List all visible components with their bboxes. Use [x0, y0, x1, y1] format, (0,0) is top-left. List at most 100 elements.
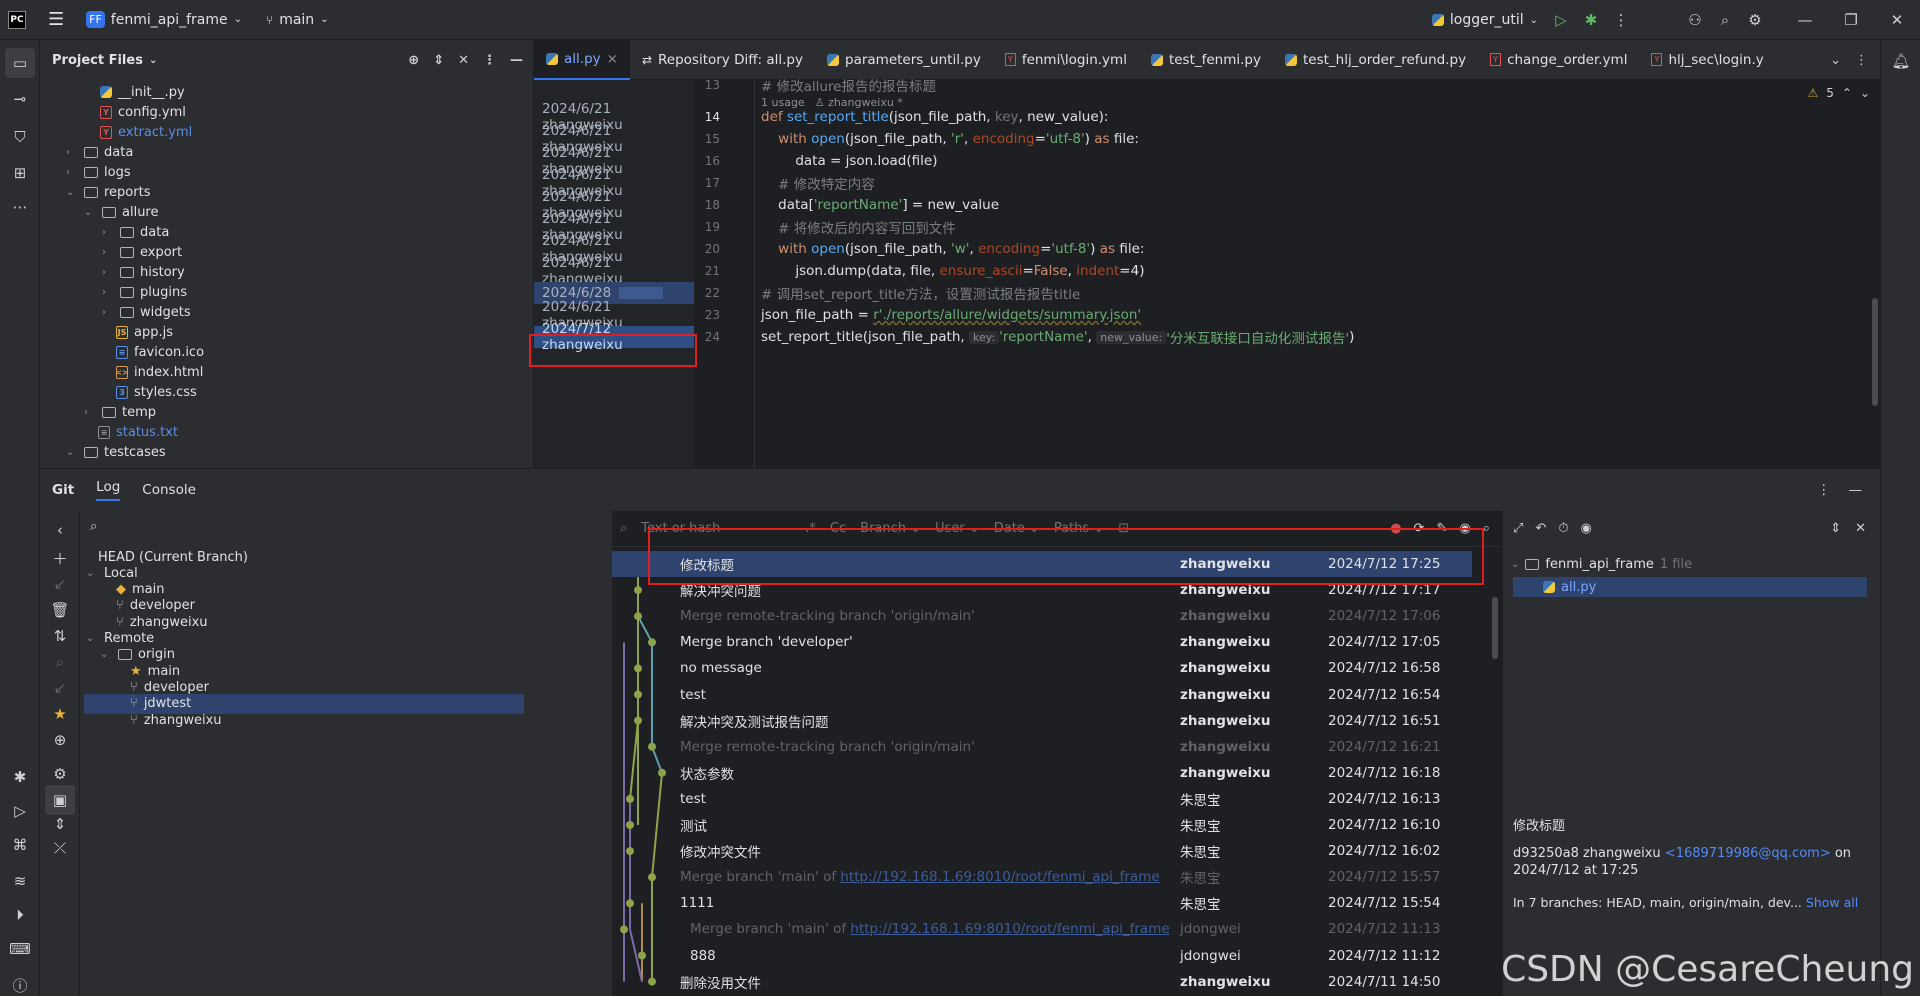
editor-tab[interactable]: Yhlj_sec\login.y	[1639, 40, 1775, 80]
author-email[interactable]: <1689719986@qq.com>	[1665, 846, 1831, 861]
commit-row[interactable]: 状态参数 zhangweixu 2024/7/12 16:18	[612, 760, 1472, 786]
chevron-down-icon[interactable]: ⌄	[86, 633, 98, 644]
tree-item-export[interactable]: › export	[102, 242, 182, 262]
chevron-right-icon[interactable]: ›	[102, 247, 114, 258]
run-icon[interactable]: ▷	[1546, 5, 1576, 35]
pull-request-icon[interactable]: ⛉	[5, 122, 35, 152]
python-console-icon[interactable]: ⌘	[5, 830, 35, 860]
chevron-left-icon[interactable]: ‹	[45, 515, 75, 545]
commit-row[interactable]: Merge branch 'main' of http://192.168.1.…	[612, 916, 1472, 942]
tree-item-plugins[interactable]: › plugins	[102, 282, 187, 302]
diff-icon[interactable]: ⤢	[1513, 521, 1523, 536]
services-icon[interactable]: ⏵	[5, 900, 35, 930]
tree-item-testcases[interactable]: ⌄ testcases	[66, 442, 166, 462]
tree-item-widgets[interactable]: › widgets	[102, 302, 191, 322]
commit-row[interactable]: 修改冲突文件 朱思宝 2024/7/12 16:02	[612, 838, 1472, 864]
view-icon[interactable]: ◉	[1580, 521, 1591, 536]
commit-row[interactable]: 888 jdongwei 2024/7/12 11:12	[612, 943, 1472, 969]
commit-row[interactable]: Merge branch 'developer' zhangweixu 2024/7…	[612, 629, 1472, 655]
target-icon[interactable]: ⊕	[45, 725, 75, 755]
tree-item--init-py[interactable]: __init__.py	[100, 82, 185, 102]
collapse-icon[interactable]: ⤫	[45, 833, 75, 863]
chevron-up-icon[interactable]: ⌃	[1842, 86, 1852, 100]
expand-all-icon[interactable]: ⇕	[1830, 521, 1841, 536]
close-tab-icon[interactable]: ×	[607, 51, 618, 67]
editor-tab[interactable]: Yfenmi\login.yml	[993, 40, 1139, 80]
editor-tab[interactable]: test_hlj_order_refund.py	[1273, 40, 1478, 80]
more-tools-icon[interactable]: ⋯	[5, 192, 35, 222]
commit-row[interactable]: 1111 朱思宝 2024/7/12 15:54	[612, 890, 1472, 916]
options-icon[interactable]: ⋮	[483, 53, 496, 68]
tree-item-index-html[interactable]: <> index.html	[115, 362, 203, 382]
chevron-right-icon[interactable]: ›	[102, 287, 114, 298]
commit-row[interactable]: 删除没用文件 zhangweixu 2024/7/11 14:50	[612, 969, 1472, 995]
revert-icon[interactable]: ↶	[1535, 521, 1546, 536]
search-icon[interactable]: ⌕	[1710, 5, 1740, 35]
project-folder-icon[interactable]: ▭	[5, 48, 35, 78]
tab-git[interactable]: Git	[52, 482, 74, 498]
chevron-right-icon[interactable]: ›	[84, 407, 96, 418]
commit-row[interactable]: 解决冲突及测试报告问题 zhangweixu 2024/7/12 16:51	[612, 708, 1472, 734]
chevron-right-icon[interactable]: ›	[102, 227, 114, 238]
chevron-down-icon[interactable]: ⌄	[1830, 53, 1841, 68]
collapse-all-icon[interactable]: ✕	[1855, 521, 1866, 536]
more-icon[interactable]: ⋮	[1855, 53, 1868, 68]
run-config-selector[interactable]: logger_util ⌄	[1424, 0, 1546, 40]
chevron-right-icon[interactable]: ›	[66, 147, 78, 158]
chevron-down-icon[interactable]: ⌄	[1860, 86, 1870, 100]
commit-row[interactable]: test 朱思宝 2024/7/12 16:13	[612, 786, 1472, 812]
options-icon[interactable]: ⋮	[1817, 482, 1831, 498]
tab-log[interactable]: Log	[96, 479, 121, 501]
commit-link[interactable]: http://192.168.1.69:8010/root/fenmi_api_…	[840, 869, 1159, 885]
project-selector[interactable]: FF fenmi_api_frame ⌄	[78, 0, 250, 40]
branch-selector[interactable]: ⑂ main ⌄	[258, 0, 337, 40]
remote-branch-zhangweixu[interactable]: ⑂ zhangweixu	[130, 710, 222, 730]
tree-item-app-js[interactable]: JS app.js	[116, 322, 173, 342]
structure-icon[interactable]: ⊞	[5, 158, 35, 188]
tree-item-config-yml[interactable]: Yconfig.yml	[100, 102, 186, 122]
commit-row[interactable]: Merge remote-tracking branch 'origin/mai…	[612, 603, 1472, 629]
show-all-link[interactable]: Show all	[1806, 895, 1858, 910]
project-panel-title[interactable]: Project Files	[52, 53, 143, 68]
editor-tab[interactable]: Ychange_order.yml	[1478, 40, 1639, 80]
layers-icon[interactable]: ≋	[5, 866, 35, 896]
debug-tool-icon[interactable]: ✱	[5, 762, 35, 792]
tree-item-styles-css[interactable]: 3 styles.css	[116, 382, 197, 402]
tab-console[interactable]: Console	[142, 482, 196, 498]
chevron-down-icon[interactable]: ⌄	[66, 447, 78, 458]
chevron-right-icon[interactable]: ›	[102, 267, 114, 278]
tree-item-reports[interactable]: ⌄ reports	[66, 182, 150, 202]
editor-scrollbar[interactable]	[1872, 298, 1878, 406]
commit-row[interactable]: test zhangweixu 2024/7/12 16:54	[612, 682, 1472, 708]
commit-row[interactable]: 测试 朱思宝 2024/7/12 16:10	[612, 812, 1472, 838]
locate-icon[interactable]: ⊕	[408, 53, 419, 68]
code-area[interactable]: # 修改allure报告的报告标题 1 usage ♙ zhangweixu *…	[754, 79, 1844, 468]
restore-icon[interactable]: ❐	[1828, 5, 1874, 35]
history-icon[interactable]: ⏱	[1558, 521, 1568, 536]
chevron-right-icon[interactable]: ›	[102, 307, 114, 318]
collapse-all-icon[interactable]: ✕	[458, 53, 469, 68]
chevron-right-icon[interactable]: ›	[66, 167, 78, 178]
chevron-down-icon[interactable]: ⌄	[84, 207, 96, 218]
tree-item-allure[interactable]: ⌄ allure	[84, 202, 159, 222]
tree-item-status-txt[interactable]: ≡ status.txt	[98, 422, 178, 442]
problems-icon[interactable]: ⓘ	[5, 970, 35, 996]
tree-item-extract-yml[interactable]: Yextract.yml	[100, 122, 192, 142]
notifications-icon[interactable]: 🔔︎	[1886, 46, 1916, 76]
inspection-widget[interactable]: ⚠ 5 ⌃ ⌄	[1807, 86, 1870, 100]
main-menu-icon[interactable]: ☰	[34, 0, 78, 40]
close-icon[interactable]: ✕	[1874, 5, 1920, 35]
tree-item-history[interactable]: › history	[102, 262, 185, 282]
run-tool-icon[interactable]: ▷	[5, 796, 35, 826]
commit-row[interactable]: Merge branch 'main' of http://192.168.1.…	[612, 864, 1472, 890]
commit-row[interactable]: Merge remote-tracking branch 'origin/mai…	[612, 734, 1472, 760]
commit-row[interactable]: no message zhangweixu 2024/7/12 16:58	[612, 655, 1472, 681]
chevron-down-icon[interactable]: ⌄	[66, 187, 78, 198]
log-scrollbar[interactable]	[1492, 597, 1498, 659]
debug-icon[interactable]: ✱	[1576, 5, 1606, 35]
tree-item-logs[interactable]: › logs	[66, 162, 131, 182]
tree-item-data[interactable]: › data	[102, 222, 169, 242]
tree-item-data[interactable]: › data	[66, 142, 133, 162]
branch-search-icon[interactable]: ⌕	[90, 519, 97, 534]
commit-icon[interactable]: ⊸	[5, 84, 35, 114]
